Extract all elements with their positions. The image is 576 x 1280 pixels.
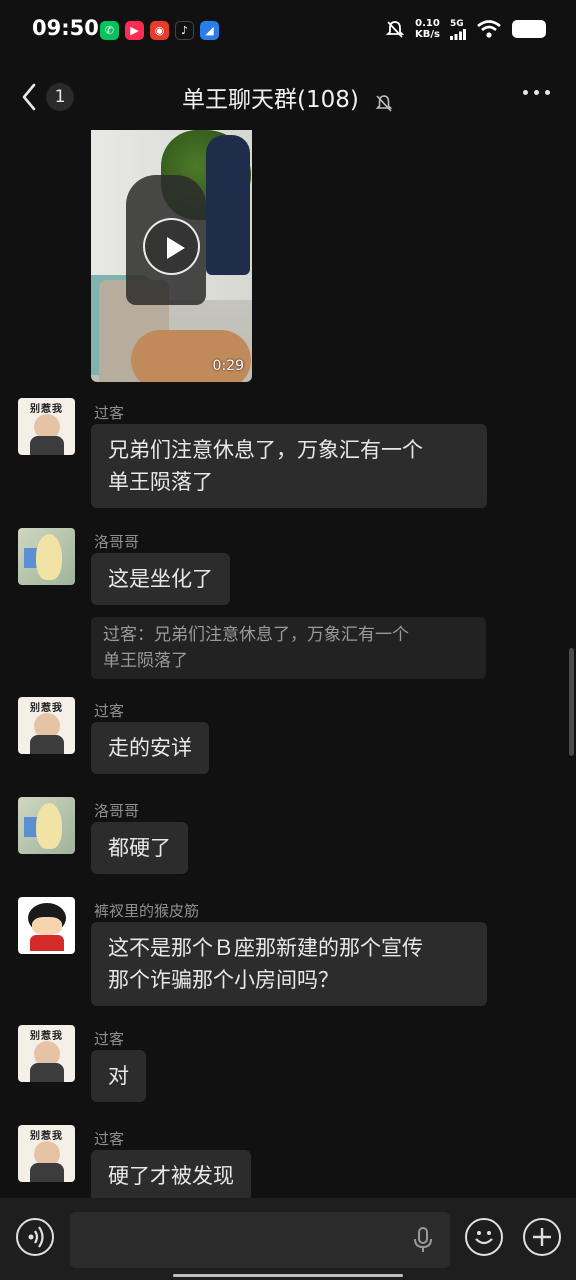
message-text: 那个诈骗那个小房间吗？	[108, 968, 339, 992]
avatar[interactable]: 别惹我	[18, 1125, 75, 1182]
message-bubble[interactable]: 都硬了	[91, 822, 188, 874]
message-item: 别惹我 过客 对	[0, 1025, 576, 1102]
emoji-button[interactable]	[465, 1218, 503, 1256]
avatar-face	[32, 917, 62, 935]
smiley-icon	[475, 1231, 493, 1245]
video-thumbnail-table	[131, 330, 251, 382]
wechat-icon: ✆	[100, 21, 119, 40]
sender-name: 过客	[94, 1130, 125, 1148]
sender-name: 裤衩里的猴皮筋	[94, 902, 200, 920]
avatar[interactable]	[18, 797, 75, 854]
net-speed-unit: KB/s	[415, 29, 440, 40]
avatar[interactable]: 别惹我	[18, 1025, 75, 1082]
quoted-message[interactable]: 过客：兄弟们注意休息了，万象汇有一个 单王陨落了	[91, 617, 486, 679]
message-item: 裤衩里的猴皮筋 这不是那个Ｂ座那新建的那个宣传 那个诈骗那个小房间吗？	[0, 897, 576, 1006]
input-bar	[0, 1198, 576, 1280]
network-type: 5G	[450, 18, 464, 29]
avatar-body	[30, 735, 64, 754]
quote-text: 单王陨落了	[103, 651, 188, 671]
message-text: 都硬了	[108, 836, 171, 860]
sender-name: 过客	[94, 404, 125, 422]
avatar-body	[30, 436, 64, 455]
more-options-button[interactable]	[523, 90, 550, 95]
bell-muted-icon	[385, 21, 405, 38]
message-item: 洛哥哥 这是坐化了 过客：兄弟们注意休息了，万象汇有一个 单王陨落了	[0, 528, 576, 679]
avatar[interactable]	[18, 528, 75, 585]
video-message[interactable]: 0:29	[91, 130, 252, 382]
sender-name: 洛哥哥	[94, 533, 140, 551]
message-input[interactable]	[70, 1212, 450, 1268]
blue-app-icon: ◢	[200, 21, 219, 40]
more-dot-icon	[545, 90, 550, 95]
message-text: 走的安详	[108, 736, 192, 760]
message-text: 这是坐化了	[108, 567, 213, 591]
sender-name: 过客	[94, 1030, 125, 1048]
avatar-label: 别惹我	[30, 404, 63, 415]
message-bubble[interactable]: 走的安详	[91, 722, 209, 774]
status-right: 0.10 KB/s 5G	[385, 18, 546, 40]
title-wrap: 单王聊天群(108)	[0, 80, 576, 114]
voice-input-button[interactable]	[16, 1218, 54, 1256]
message-item: 洛哥哥 都硬了	[0, 797, 576, 874]
message-bubble[interactable]: 兄弟们注意休息了，万象汇有一个 单王陨落了	[91, 424, 487, 508]
more-actions-button[interactable]	[523, 1218, 561, 1256]
message-text: 这不是那个Ｂ座那新建的那个宣传	[108, 936, 423, 960]
avatar[interactable]	[18, 897, 75, 954]
scrollbar[interactable]	[569, 648, 574, 756]
signal-icon	[450, 28, 466, 40]
sender-name: 洛哥哥	[94, 802, 140, 820]
status-time: 09:50	[32, 16, 99, 40]
video-thumbnail-person	[206, 135, 250, 275]
net-speed: 0.10 KB/s	[415, 18, 440, 40]
signal-group: 5G	[450, 19, 466, 40]
avatar[interactable]: 别惹我	[18, 697, 75, 754]
home-indicator[interactable]	[173, 1274, 403, 1277]
avatar-shirt	[30, 935, 64, 951]
mute-bell-icon	[375, 94, 393, 112]
message-item: 别惹我 过客 走的安详	[0, 697, 576, 774]
message-bubble[interactable]: 对	[91, 1050, 146, 1102]
avatar-bird	[36, 534, 62, 580]
wifi-icon	[477, 20, 501, 38]
message-bubble[interactable]: 这不是那个Ｂ座那新建的那个宣传 那个诈骗那个小房间吗？	[91, 922, 487, 1006]
message-text: 单王陨落了	[108, 470, 213, 494]
avatar[interactable]: 别惹我	[18, 398, 75, 455]
chat-header: 1 单王聊天群(108)	[0, 62, 576, 130]
notification-app-icons: ✆ ▶ ◉ ♪ ◢	[100, 21, 219, 40]
plus-icon	[533, 1228, 551, 1246]
avatar-body	[30, 1063, 64, 1082]
avatar-body	[30, 1163, 64, 1182]
message-item: 别惹我 过客 兄弟们注意休息了，万象汇有一个 单王陨落了	[0, 398, 576, 508]
play-icon[interactable]	[143, 218, 200, 275]
video-app-icon: ▶	[125, 21, 144, 40]
microphone-icon[interactable]	[412, 1226, 434, 1254]
message-bubble[interactable]: 硬了才被发现	[91, 1150, 251, 1202]
video-duration: 0:29	[212, 358, 244, 374]
message-text: 对	[108, 1064, 129, 1088]
status-bar: 09:50 ✆ ▶ ◉ ♪ ◢ 0.10 KB/s 5G	[0, 0, 576, 62]
message-text: 兄弟们注意休息了，万象汇有一个	[108, 438, 423, 462]
message-bubble[interactable]: 这是坐化了	[91, 553, 230, 605]
avatar-bird	[36, 803, 62, 849]
avatar-label: 别惹我	[30, 703, 63, 714]
battery-icon	[512, 20, 546, 38]
avatar-label: 别惹我	[30, 1131, 63, 1142]
net-speed-value: 0.10	[415, 18, 440, 29]
chat-title[interactable]: 单王聊天群(108)	[182, 87, 359, 113]
tiktok-icon: ♪	[175, 21, 194, 40]
more-dot-icon	[534, 90, 539, 95]
more-dot-icon	[523, 90, 528, 95]
message-text: 硬了才被发现	[108, 1164, 234, 1188]
red-app-icon: ◉	[150, 21, 169, 40]
avatar-label: 别惹我	[30, 1031, 63, 1042]
voice-wave-icon	[28, 1226, 44, 1248]
sender-name: 过客	[94, 702, 125, 720]
message-item: 别惹我 过客 硬了才被发现	[0, 1125, 576, 1202]
quote-text: 过客：兄弟们注意休息了，万象汇有一个	[103, 625, 409, 645]
